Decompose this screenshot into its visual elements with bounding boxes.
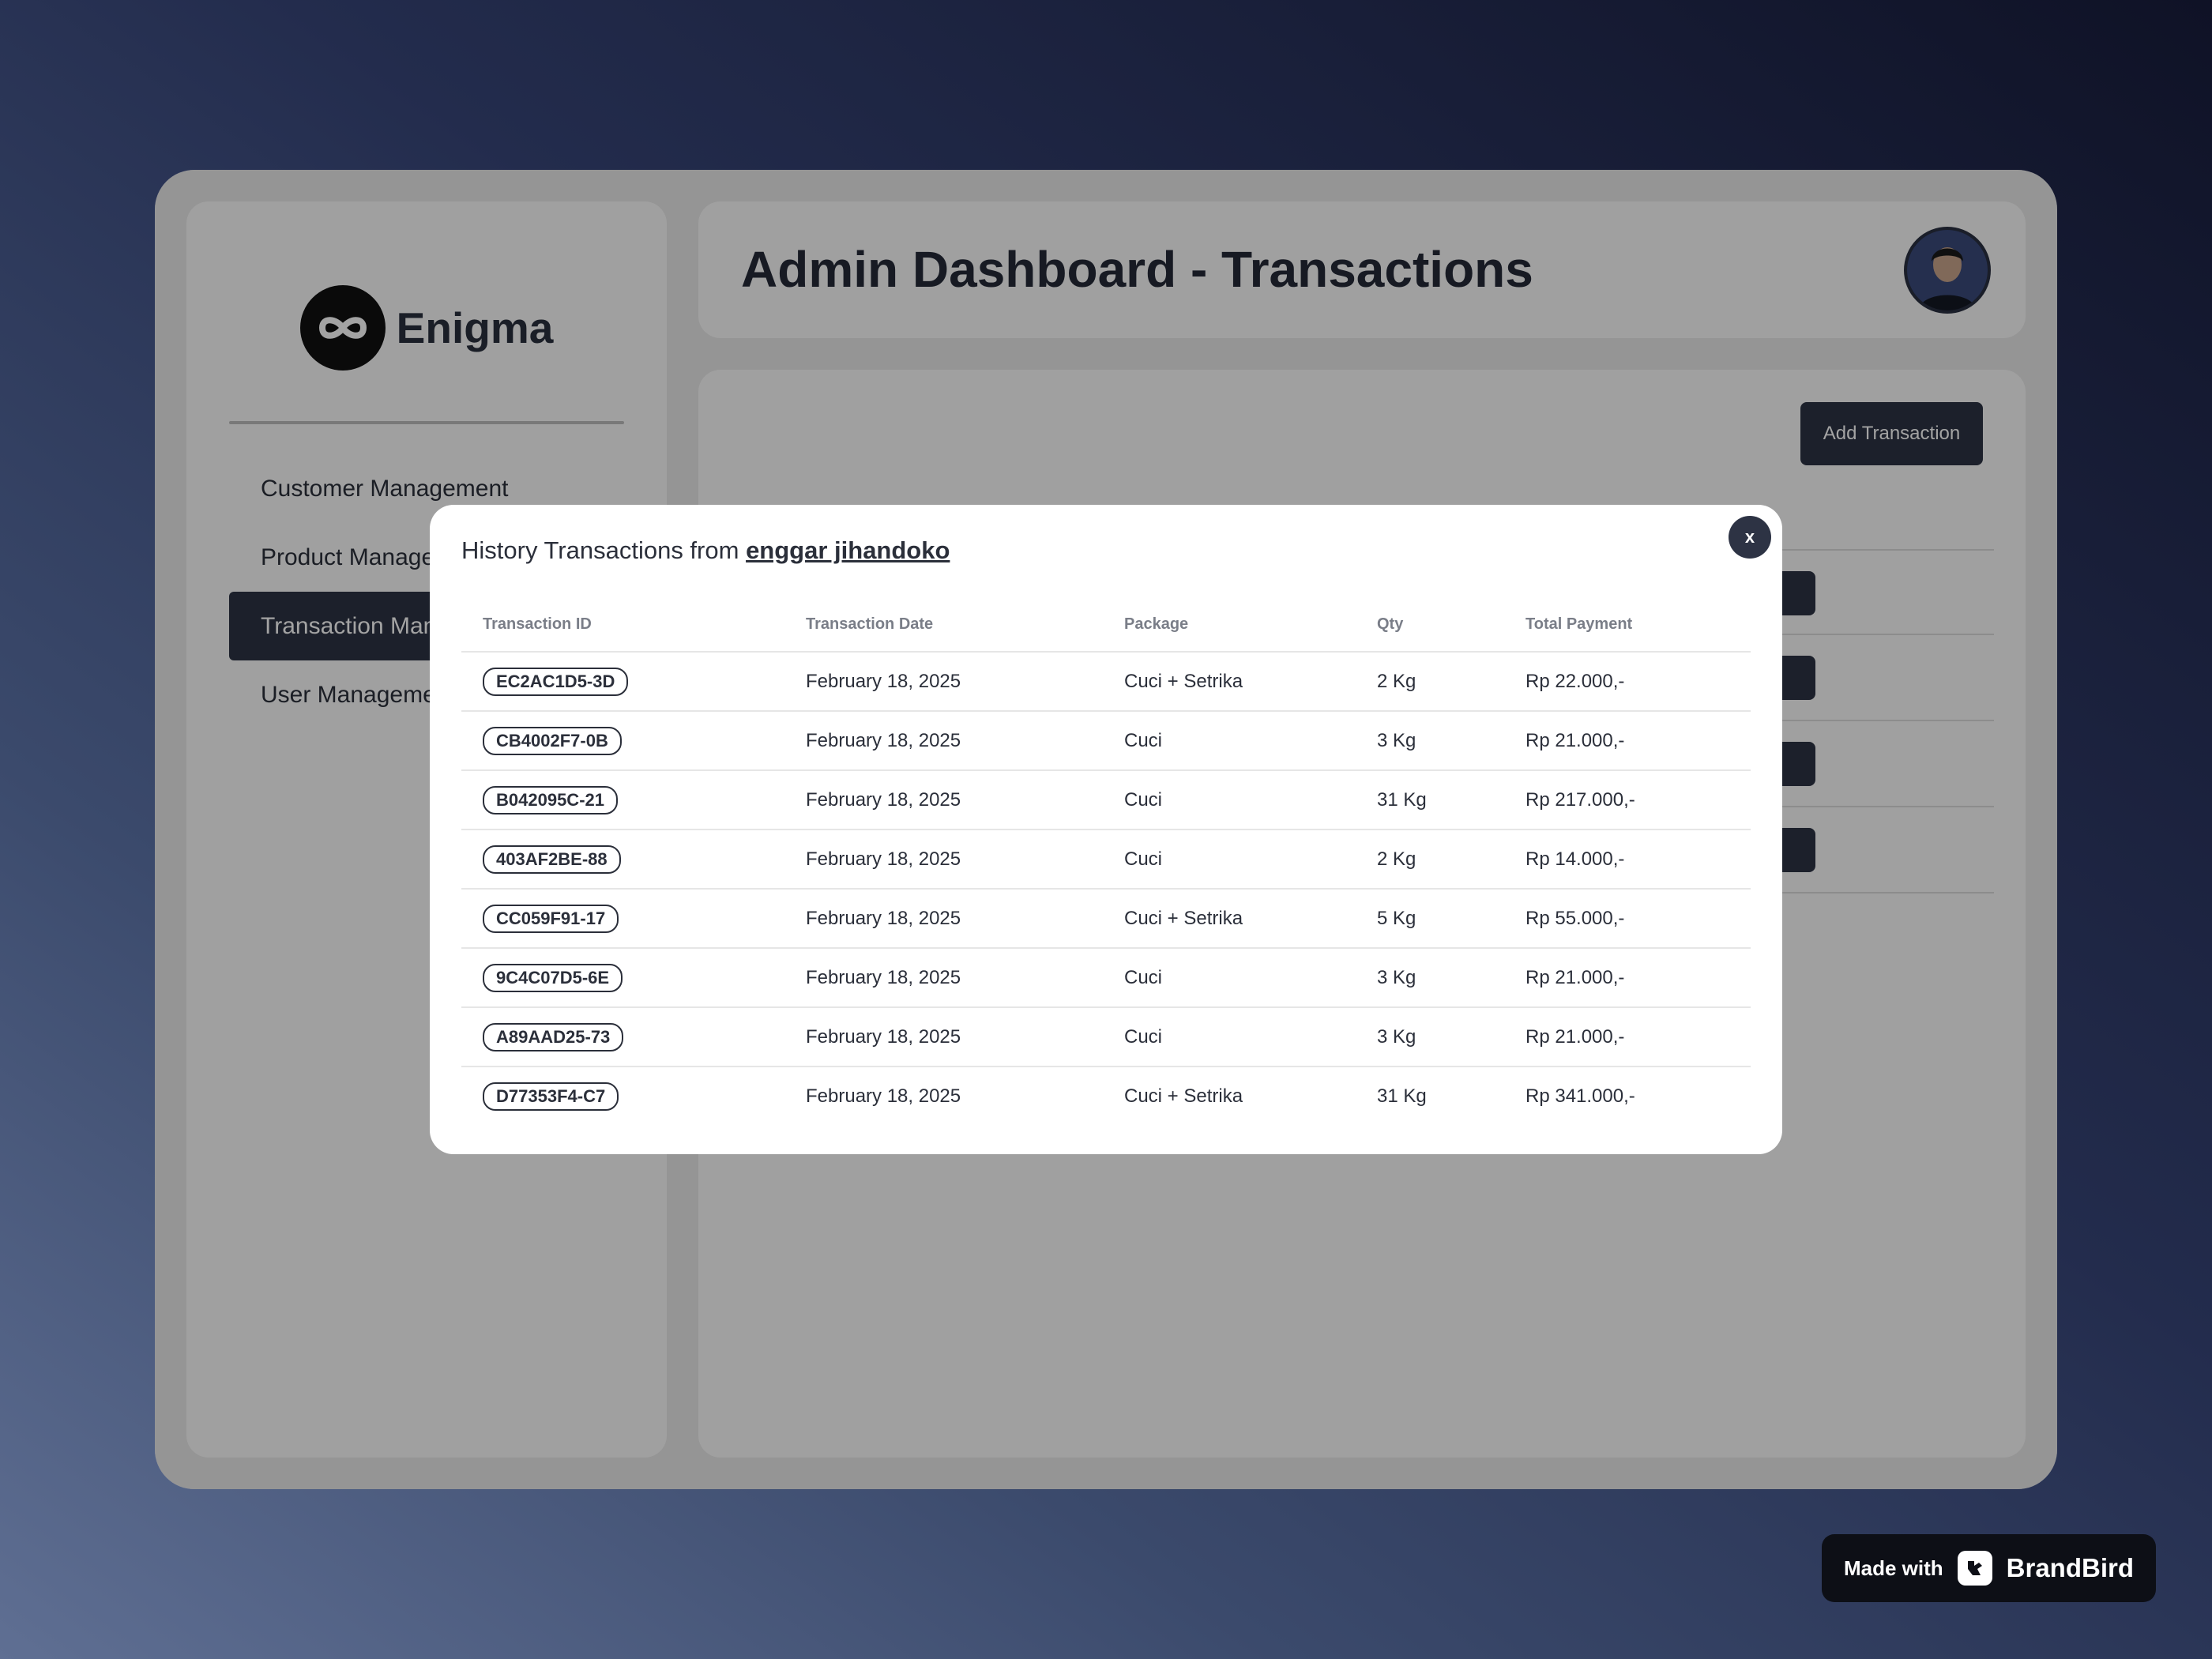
- cell-transaction-id: CB4002F7-0B: [461, 711, 784, 771]
- cell-total-payment: Rp 217.000,-: [1504, 770, 1751, 830]
- cell-transaction-date: February 18, 2025: [806, 1085, 961, 1107]
- cell-total-payment: Rp 55.000,-: [1504, 889, 1751, 949]
- cell-qty: 2 Kg: [1356, 652, 1504, 712]
- cell-total-payment: Rp 21.000,-: [1504, 711, 1751, 771]
- cell-transaction-date: February 18, 2025: [784, 770, 1103, 830]
- cell-transaction-id: D77353F4-C7: [461, 1066, 784, 1126]
- cell-transaction-date: February 18, 2025: [784, 1007, 1103, 1067]
- table-header-row: Transaction ID Transaction Date Package …: [461, 598, 1751, 653]
- cell-transaction-date: February 18, 2025: [784, 830, 1103, 890]
- cell-qty: 2 Kg: [1356, 830, 1504, 890]
- column-header-total-payment: Total Payment: [1504, 598, 1751, 653]
- brandbird-name: BrandBird: [2006, 1553, 2134, 1582]
- made-with-brandbird-badge[interactable]: Made with BrandBird: [1822, 1534, 2156, 1602]
- column-header-transaction-date: Transaction Date: [784, 598, 1103, 653]
- transaction-id-badge: EC2AC1D5-3D: [483, 667, 629, 696]
- table-row: A89AAD25-73 February 18, 2025 Cuci 3 Kg …: [461, 1007, 1751, 1067]
- cell-qty: 3 Kg: [1356, 1007, 1504, 1067]
- cell-transaction-id: 9C4C07D5-6E: [461, 948, 784, 1008]
- cell-transaction-id: A89AAD25-73: [461, 1007, 784, 1067]
- cell-qty: 5 Kg: [1356, 889, 1504, 949]
- column-header-transaction-id: Transaction ID: [461, 598, 784, 653]
- transaction-id-badge: CC059F91-17: [483, 904, 619, 933]
- table-row: EC2AC1D5-3D February 18, 2025 Cuci + Set…: [461, 652, 1751, 712]
- transaction-id-badge: 403AF2BE-88: [483, 845, 621, 874]
- cell-package: Cuci: [1103, 711, 1356, 771]
- transaction-id-badge: D77353F4-C7: [483, 1082, 619, 1111]
- cell-total-payment: Rp 21.000,-: [1504, 1007, 1751, 1067]
- transaction-id-badge: CB4002F7-0B: [483, 726, 622, 755]
- cell-package: Cuci: [1103, 1007, 1356, 1067]
- brandbird-logo-icon: [1957, 1551, 1992, 1586]
- cell-package: Cuci + Setrika: [1103, 652, 1356, 712]
- cell-transaction-date: February 18, 2025: [784, 652, 1103, 712]
- table-row: 403AF2BE-88 February 18, 2025 Cuci 2 Kg …: [461, 830, 1751, 890]
- close-button[interactable]: x: [1729, 516, 1771, 559]
- cell-package: Cuci + Setrika: [1124, 1085, 1243, 1107]
- table-row: CC059F91-17 February 18, 2025 Cuci + Set…: [461, 889, 1751, 949]
- transaction-id-badge: 9C4C07D5-6E: [483, 963, 623, 992]
- cell-qty: 3 Kg: [1356, 711, 1504, 771]
- table-row: D77353F4-C7 February 18, 2025 Cuci + Set…: [461, 1066, 1751, 1126]
- cell-transaction-date: February 18, 2025: [784, 711, 1103, 771]
- column-header-package: Package: [1103, 598, 1356, 653]
- modal-title: History Transactions from enggar jihando…: [461, 536, 950, 565]
- cell-package: Cuci: [1103, 830, 1356, 890]
- cell-transaction-date: February 18, 2025: [784, 889, 1103, 949]
- cell-transaction-id: EC2AC1D5-3D: [461, 652, 784, 712]
- cell-qty: 31 Kg: [1377, 1085, 1427, 1107]
- customer-name-link[interactable]: enggar jihandoko: [746, 536, 950, 564]
- cell-total-payment: Rp 14.000,-: [1504, 830, 1751, 890]
- modal-title-prefix: History Transactions from: [461, 536, 739, 564]
- transaction-id-badge: A89AAD25-73: [483, 1022, 624, 1051]
- cell-package: Cuci + Setrika: [1103, 889, 1356, 949]
- cell-total-payment: Rp 21.000,-: [1504, 948, 1751, 1008]
- cell-package: Cuci: [1103, 948, 1356, 1008]
- cell-transaction-date: February 18, 2025: [784, 948, 1103, 1008]
- cell-transaction-id: B042095C-21: [461, 770, 784, 830]
- cell-total-payment: Rp 22.000,-: [1504, 652, 1751, 712]
- column-header-qty: Qty: [1356, 598, 1504, 653]
- table-row: B042095C-21 February 18, 2025 Cuci 31 Kg…: [461, 770, 1751, 830]
- transactions-table: Transaction ID Transaction Date Package …: [461, 598, 1751, 1126]
- made-with-label: Made with: [1843, 1556, 1943, 1580]
- cell-total-payment: Rp 341.000,-: [1525, 1085, 1635, 1107]
- cell-qty: 3 Kg: [1356, 948, 1504, 1008]
- table-row: CB4002F7-0B February 18, 2025 Cuci 3 Kg …: [461, 711, 1751, 771]
- cell-qty: 31 Kg: [1356, 770, 1504, 830]
- cell-package: Cuci: [1103, 770, 1356, 830]
- cell-transaction-id: CC059F91-17: [461, 889, 784, 949]
- transaction-id-badge: B042095C-21: [483, 785, 618, 814]
- history-modal: x History Transactions from enggar jihan…: [430, 505, 1782, 1154]
- cell-transaction-id: 403AF2BE-88: [461, 830, 784, 890]
- table-row: 9C4C07D5-6E February 18, 2025 Cuci 3 Kg …: [461, 948, 1751, 1008]
